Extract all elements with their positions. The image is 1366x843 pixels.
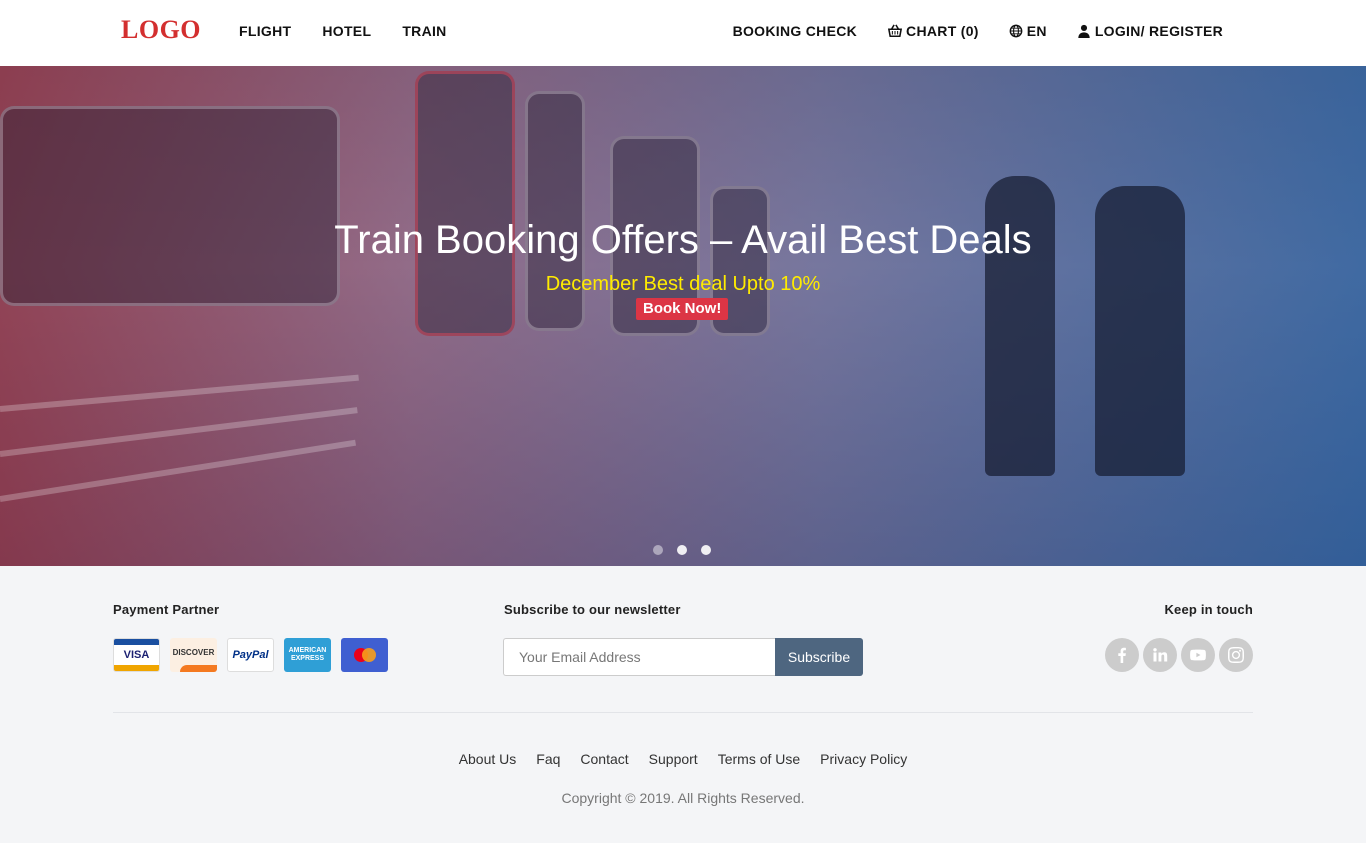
youtube-icon[interactable] [1181, 638, 1215, 672]
user-nav: BOOKING CHECK CHART (0) EN LOGIN/ REGIST… [733, 23, 1223, 39]
main-nav: FLIGHT HOTEL TRAIN [239, 23, 447, 39]
email-input[interactable] [503, 638, 775, 676]
amex-label: AMERICAN EXPRESS [288, 647, 327, 662]
visa-label: VISA [123, 649, 150, 661]
payment-cards: VISA DISCOVER PayPal AMERICAN EXPRESS [113, 638, 388, 672]
link-terms-of-use[interactable]: Terms of Use [718, 751, 800, 767]
footer-divider [113, 712, 1253, 713]
link-privacy-policy[interactable]: Privacy Policy [820, 751, 907, 767]
train-door [415, 71, 515, 336]
mastercard-icon [341, 638, 388, 672]
nav-train[interactable]: TRAIN [402, 23, 446, 39]
basket-icon [888, 24, 903, 38]
booking-check-label: BOOKING CHECK [732, 23, 858, 39]
visa-card-icon: VISA [113, 638, 160, 672]
chart-label: CHART (0) [906, 23, 979, 39]
hero-subtitle: December Best deal Upto 10% [545, 273, 821, 295]
keep-in-touch-heading: Keep in touch [1164, 602, 1253, 617]
nav-hotel[interactable]: HOTEL [322, 23, 371, 39]
nav-login-register[interactable]: LOGIN/ REGISTER [1077, 23, 1223, 39]
link-faq[interactable]: Faq [536, 751, 560, 767]
link-contact[interactable]: Contact [580, 751, 628, 767]
newsletter-form: Subscribe [503, 638, 863, 676]
social-links [1105, 638, 1253, 672]
carousel-dot-1[interactable] [653, 545, 663, 555]
amex-card-icon: AMERICAN EXPRESS [284, 638, 331, 672]
discover-card-icon: DISCOVER [170, 638, 217, 672]
paypal-card-icon: PayPal [227, 638, 274, 672]
carousel-dot-2[interactable] [677, 545, 687, 555]
login-label: LOGIN/ REGISTER [1094, 23, 1223, 39]
hero-carousel: Train Booking Offers – Avail Best Deals … [0, 66, 1366, 566]
user-icon [1078, 24, 1090, 38]
carousel-dot-3[interactable] [701, 545, 711, 555]
top-navbar: LOGO FLIGHT HOTEL TRAIN BOOKING CHECK CH… [0, 0, 1366, 66]
nav-flight[interactable]: FLIGHT [239, 23, 291, 39]
discover-label: DISCOVER [172, 647, 215, 657]
copyright-text: Copyright © 2019. All Rights Reserved. [561, 790, 805, 806]
link-support[interactable]: Support [649, 751, 698, 767]
nav-language[interactable]: EN [1009, 23, 1047, 39]
payment-partner-heading: Payment Partner [113, 602, 220, 617]
language-label: EN [1026, 23, 1047, 39]
paypal-label: PayPal [232, 649, 269, 661]
facebook-icon[interactable] [1105, 638, 1139, 672]
site-logo[interactable]: LOGO [121, 15, 201, 45]
instagram-icon[interactable] [1219, 638, 1253, 672]
carousel-indicators [653, 545, 711, 555]
nav-chart[interactable]: CHART (0) [888, 23, 979, 39]
book-now-button[interactable]: Book Now! [636, 298, 729, 320]
subscribe-button[interactable]: Subscribe [775, 638, 863, 676]
footer-links: About Us Faq Contact Support Terms of Us… [0, 751, 1366, 767]
globe-icon [1009, 24, 1023, 38]
newsletter-heading: Subscribe to our newsletter [504, 602, 681, 617]
hero-title: Train Booking Offers – Avail Best Deals [334, 218, 1032, 262]
link-about-us[interactable]: About Us [459, 751, 517, 767]
nav-booking-check[interactable]: BOOKING CHECK [733, 23, 857, 39]
linkedin-icon[interactable] [1143, 638, 1177, 672]
